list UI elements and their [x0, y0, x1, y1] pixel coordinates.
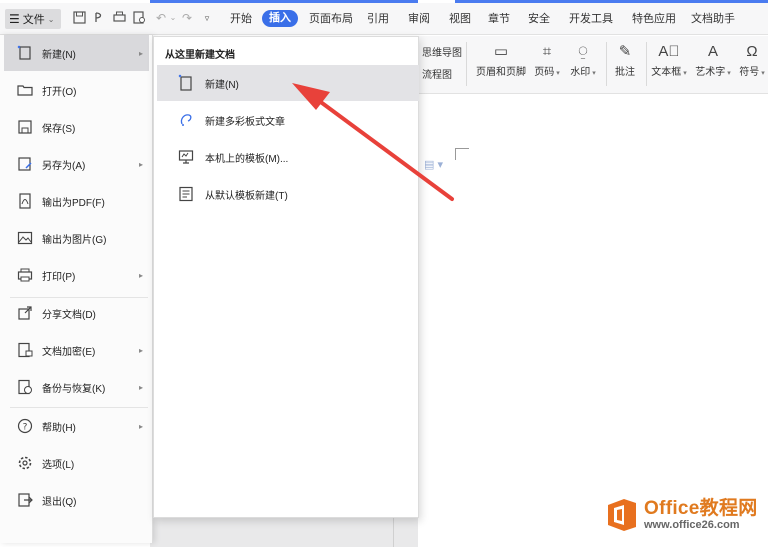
tab-references[interactable]: 引用 [367, 11, 389, 27]
paste-options-icon[interactable]: ▤ ▾ [424, 158, 443, 171]
watermark-button[interactable]: ⍜ 水印 ▾ [566, 41, 600, 78]
menu-bar: ☰ 文件 ⌄ ↶ ⌄ ↷ ▿ 开始 插入 页面布局 引用 审阅 视图 章节 安全… [0, 3, 768, 35]
tab-page-layout[interactable]: 页面布局 [309, 11, 353, 27]
encrypt-icon [16, 341, 34, 359]
comment-icon: ✎ [618, 43, 632, 60]
exit-icon [16, 491, 34, 509]
submenu-local-template[interactable]: 本机上的模板(M)... [157, 139, 419, 175]
file-menu-help[interactable]: ? 帮助(H) ▸ [4, 408, 149, 444]
file-menu-panel: 新建(N) ▸ 打开(O) 保存(S) 另存为(A) ▸ 输出为PDF(F) 输… [0, 35, 153, 543]
wordart-icon: A [707, 43, 718, 60]
site-watermark: Office教程网 www.office26.com [604, 497, 758, 533]
image-icon [16, 229, 34, 247]
submenu-default-template[interactable]: 从默认模板新建(T) [157, 176, 419, 212]
gear-icon [16, 454, 34, 472]
file-menu-new[interactable]: 新建(N) ▸ [4, 35, 149, 71]
pdf-icon [16, 192, 34, 210]
file-menu-save-as[interactable]: 另存为(A) ▸ [4, 146, 149, 182]
customize-toolbar-icon[interactable]: ▿ [200, 11, 214, 25]
tab-insert[interactable]: 插入 [262, 10, 298, 27]
file-menu-exit[interactable]: 退出(Q) [4, 482, 149, 518]
watermark-url: www.office26.com [644, 518, 740, 531]
file-menu-backup[interactable]: 备份与恢复(K) ▸ [4, 369, 149, 405]
tab-review[interactable]: 审阅 [408, 11, 430, 27]
save-icon [16, 118, 34, 136]
page-number-icon: ⌗ [542, 43, 552, 60]
print-preview-icon[interactable] [132, 11, 146, 25]
office-logo-icon [608, 499, 636, 531]
file-menu-label: 文件 [22, 14, 45, 26]
chevron-right-icon: ▸ [138, 270, 143, 280]
default-template-icon [177, 185, 195, 203]
tab-section[interactable]: 章节 [488, 11, 510, 27]
comment-button[interactable]: ✎ 批注 [610, 41, 640, 78]
chevron-right-icon: ▸ [138, 48, 143, 58]
document-canvas[interactable] [418, 94, 768, 547]
new-blank-icon [177, 74, 195, 92]
wordart-button[interactable]: A 艺术字 ▾ [692, 41, 734, 78]
print-icon[interactable] [112, 11, 126, 25]
file-menu-save[interactable]: 保存(S) [4, 109, 149, 145]
tab-security[interactable]: 安全 [528, 11, 550, 27]
header-footer-icon: ▭ [493, 43, 509, 60]
help-icon: ? [16, 417, 34, 435]
file-menu-encrypt[interactable]: 文档加密(E) ▸ [4, 332, 149, 368]
hamburger-icon: ☰ [9, 12, 20, 26]
ribbon-divider [466, 42, 467, 86]
new-submenu: 从这里新建文档 新建(N) 新建多彩板式文章 本机上的模板(M)... 从默认模… [153, 36, 419, 518]
file-menu-options[interactable]: 选项(L) [4, 445, 149, 481]
watermark-icon: ⍜ [578, 43, 588, 60]
file-menu-export-image[interactable]: 输出为图片(G) [4, 220, 149, 256]
file-menu-open[interactable]: 打开(O) [4, 72, 149, 108]
tab-doc-assistant[interactable]: 文档助手 [691, 11, 735, 27]
header-footer-button[interactable]: ▭ 页眉和页脚 [474, 41, 528, 78]
chevron-right-icon: ▸ [138, 159, 143, 169]
tab-features[interactable]: 特色应用 [632, 11, 676, 27]
tab-home[interactable]: 开始 [230, 11, 252, 27]
textbox-button[interactable]: A⃞ 文本框 ▾ [648, 41, 690, 78]
submenu-colorful-article[interactable]: 新建多彩板式文章 [157, 102, 419, 138]
submenu-title: 从这里新建文档 [165, 50, 235, 61]
colorful-article-icon [177, 111, 195, 129]
file-menu-export-pdf[interactable]: 输出为PDF(F) [4, 183, 149, 219]
backup-icon [16, 378, 34, 396]
chevron-right-icon: ▸ [138, 382, 143, 392]
ribbon-divider [606, 42, 607, 86]
page-margin-mark [455, 148, 469, 160]
tab-developer[interactable]: 开发工具 [569, 11, 613, 27]
folder-icon [16, 81, 34, 99]
chevron-right-icon: ▸ [138, 345, 143, 355]
convert-icon[interactable] [92, 11, 106, 25]
print-icon [16, 266, 34, 284]
chevron-down-icon[interactable]: ⌄ [166, 11, 180, 25]
new-doc-icon [16, 44, 34, 62]
local-template-icon [177, 148, 195, 166]
watermark-brand: Office教程网 [644, 497, 758, 519]
omega-icon: Ω [746, 43, 758, 60]
ribbon-divider [646, 42, 647, 86]
file-menu-share[interactable]: 分享文档(D) [4, 295, 149, 331]
chevron-right-icon: ▸ [138, 421, 143, 431]
file-menu-button[interactable]: ☰ 文件 ⌄ [5, 9, 61, 29]
insert-ribbon: 思维导图 流程图 ▭ 页眉和页脚 ⌗ 页码 ▾ ⍜ 水印 ▾ ✎ 批注 A⃞ 文… [418, 36, 768, 94]
chevron-down-icon: ⌄ [47, 14, 55, 24]
symbol-button[interactable]: Ω 符号 ▾ [736, 41, 768, 78]
tab-view[interactable]: 视图 [449, 11, 471, 27]
textbox-icon: A⃞ [658, 43, 680, 60]
submenu-new-blank[interactable]: 新建(N) [157, 65, 419, 101]
flowchart-button[interactable]: 流程图 [422, 66, 452, 81]
save-icon[interactable] [72, 11, 86, 25]
mindmap-button[interactable]: 思维导图 [422, 44, 462, 59]
redo-icon[interactable]: ↷ [180, 11, 194, 25]
page-number-button[interactable]: ⌗ 页码 ▾ [530, 41, 564, 78]
save-as-icon [16, 155, 34, 173]
svg-text:?: ? [23, 423, 28, 433]
file-menu-print[interactable]: 打印(P) ▸ [4, 257, 149, 293]
share-icon [16, 304, 34, 322]
